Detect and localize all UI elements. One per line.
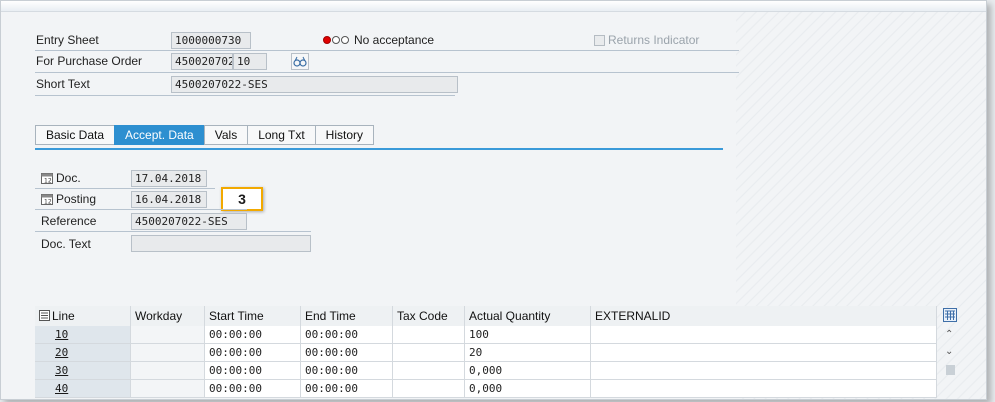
table-row[interactable]: 30 00:00:00 00:00:00 0,000: [35, 362, 937, 380]
tax-code-cell[interactable]: [393, 380, 465, 398]
row-divider: [35, 188, 215, 189]
line-link[interactable]: 20: [55, 346, 68, 359]
calendar-icon: 12: [41, 193, 53, 206]
start-time-cell[interactable]: 00:00:00: [205, 326, 301, 344]
returns-indicator-label: Returns Indicator: [608, 33, 700, 47]
purchase-order-field[interactable]: 4500207022: [171, 53, 233, 70]
short-text-field[interactable]: 4500207022-SES: [171, 76, 458, 93]
doc-date-field[interactable]: 17.04.2018: [131, 170, 207, 187]
line-cell[interactable]: 30: [35, 362, 131, 380]
end-time-cell[interactable]: 00:00:00: [301, 380, 393, 398]
doc-date-label: Doc.: [56, 171, 81, 185]
callout-badge: 3: [221, 187, 263, 211]
row-divider: [35, 50, 739, 51]
tab-underline: [35, 148, 723, 150]
entry-sheet-field[interactable]: 1000000730: [171, 32, 251, 49]
table-row[interactable]: 40 00:00:00 00:00:00 0,000: [35, 380, 937, 398]
column-settings-icon[interactable]: [943, 308, 957, 322]
row-divider: [35, 231, 311, 232]
glasses-icon[interactable]: [291, 53, 309, 70]
tax-code-cell[interactable]: [393, 362, 465, 380]
svg-text:12: 12: [44, 199, 52, 206]
start-time-cell[interactable]: 00:00:00: [205, 344, 301, 362]
status-indicator: [323, 36, 349, 44]
end-time-cell[interactable]: 00:00:00: [301, 362, 393, 380]
start-time-cell[interactable]: 00:00:00: [205, 380, 301, 398]
scroll-down-icon[interactable]: ⌄: [945, 346, 953, 357]
externalid-cell[interactable]: [591, 362, 937, 380]
calendar-icon: 12: [41, 172, 53, 185]
select-all-icon[interactable]: [39, 307, 50, 321]
row-divider: [35, 72, 739, 73]
column-header-end-time[interactable]: End Time: [301, 306, 393, 326]
workday-cell[interactable]: [131, 344, 205, 362]
column-header-actual-quantity[interactable]: Actual Quantity: [465, 306, 591, 326]
externalid-cell[interactable]: [591, 344, 937, 362]
column-header-tax-code[interactable]: Tax Code: [393, 306, 465, 326]
tax-code-cell[interactable]: [393, 344, 465, 362]
entry-sheet-label: Entry Sheet: [36, 33, 99, 47]
row-divider: [35, 209, 247, 210]
returns-indicator-checkbox[interactable]: [594, 35, 605, 46]
tax-code-cell[interactable]: [393, 326, 465, 344]
start-time-cell[interactable]: 00:00:00: [205, 362, 301, 380]
line-link[interactable]: 30: [55, 364, 68, 377]
column-header-workday[interactable]: Workday: [131, 306, 205, 326]
scroll-up-icon[interactable]: ⌃: [945, 329, 953, 340]
status-text: No acceptance: [354, 33, 435, 47]
workday-cell[interactable]: [131, 380, 205, 398]
table-scroll-area: ⌃ ⌄: [940, 306, 960, 399]
end-time-cell[interactable]: 00:00:00: [301, 326, 393, 344]
actual-quantity-cell[interactable]: 0,000: [465, 362, 591, 380]
line-cell[interactable]: 10: [35, 326, 131, 344]
posting-date-field[interactable]: 16.04.2018: [131, 191, 207, 208]
actual-quantity-cell[interactable]: 20: [465, 344, 591, 362]
workday-cell[interactable]: [131, 326, 205, 344]
externalid-cell[interactable]: [591, 380, 937, 398]
table-row[interactable]: 10 00:00:00 00:00:00 100: [35, 326, 937, 344]
status-light-yellow: [332, 36, 340, 44]
po-item-field[interactable]: 10: [233, 53, 267, 70]
status-light-green: [341, 36, 349, 44]
column-header-line-label: Line: [52, 309, 75, 323]
posting-date-label: Posting: [56, 192, 97, 206]
reference-label: Reference: [41, 214, 97, 228]
tab-accept-data[interactable]: Accept. Data: [114, 125, 204, 145]
actual-quantity-cell[interactable]: 0,000: [465, 380, 591, 398]
externalid-cell[interactable]: [591, 326, 937, 344]
doc-text-field[interactable]: [131, 235, 311, 252]
service-entry-sheet-window: Entry Sheet 1000000730 No acceptance Ret…: [0, 0, 987, 400]
tab-basic-data[interactable]: Basic Data: [35, 125, 115, 145]
line-link[interactable]: 10: [55, 328, 68, 341]
reference-field[interactable]: 4500207022-SES: [131, 213, 247, 230]
status-light-red: [323, 36, 331, 44]
tab-history[interactable]: History: [314, 125, 375, 145]
actual-quantity-cell[interactable]: 100: [465, 326, 591, 344]
line-cell[interactable]: 40: [35, 380, 131, 398]
tab-vals[interactable]: Vals: [203, 125, 248, 145]
column-header-line[interactable]: Line: [35, 306, 131, 326]
column-header-externalid[interactable]: EXTERNALID: [591, 306, 937, 326]
line-cell[interactable]: 20: [35, 344, 131, 362]
scrollbar-thumb[interactable]: [946, 365, 955, 375]
table-row[interactable]: 20 00:00:00 00:00:00 20: [35, 344, 937, 362]
tab-strip: Basic Data Accept. Data Vals Long Txt Hi…: [35, 125, 375, 145]
short-text-label: Short Text: [36, 77, 90, 91]
tab-long-txt[interactable]: Long Txt: [247, 125, 315, 145]
row-divider: [35, 95, 455, 96]
column-header-start-time[interactable]: Start Time: [205, 306, 301, 326]
workday-cell[interactable]: [131, 362, 205, 380]
purchase-order-label: For Purchase Order: [36, 54, 143, 68]
end-time-cell[interactable]: 00:00:00: [301, 344, 393, 362]
doc-text-label: Doc. Text: [41, 237, 91, 251]
line-link[interactable]: 40: [55, 382, 68, 395]
svg-text:12: 12: [44, 178, 52, 185]
